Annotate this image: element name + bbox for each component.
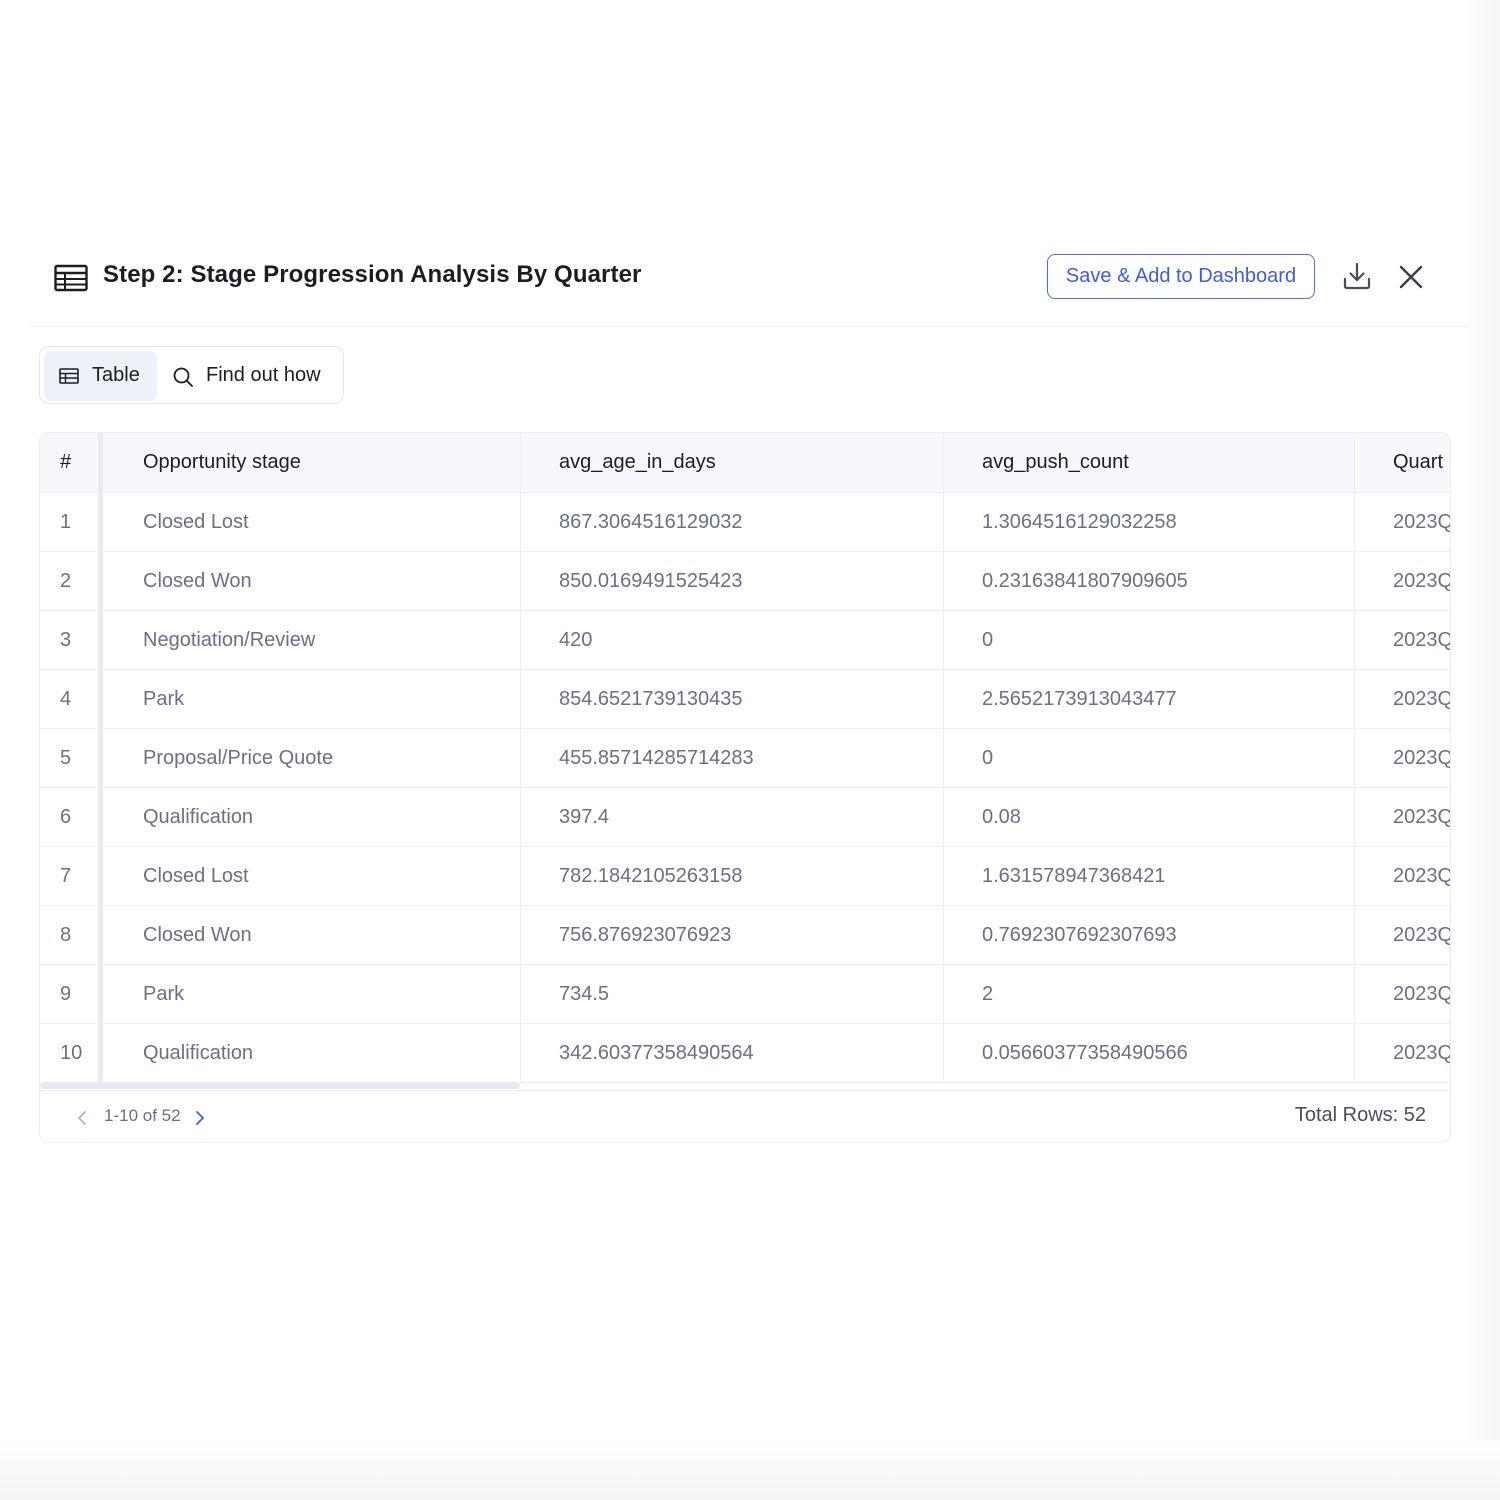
table-row: 9 Park 734.5 2 2023Q — [40, 965, 1451, 1024]
view-tabs: Table Find out how — [39, 346, 344, 404]
column-divider — [943, 433, 944, 1083]
bottom-edge-shade — [0, 1440, 1500, 1500]
row-index-cell: 10 — [60, 1041, 83, 1064]
table-grid: # Opportunity stage avg_age_in_days avg_… — [40, 433, 1451, 1083]
table-row: 4 Park 854.6521739130435 2.5652173913043… — [40, 670, 1451, 729]
avg-age-cell: 756.876923076923 — [559, 923, 732, 946]
tab-table-label: Table — [92, 364, 140, 386]
page-title: Step 2: Stage Progression Analysis By Qu… — [103, 261, 642, 288]
quarter-cell: 2023Q — [1393, 982, 1451, 1005]
avg-push-count-cell: 0.23163841807909605 — [982, 569, 1188, 592]
table-row: 5 Proposal/Price Quote 455.8571428571428… — [40, 729, 1451, 788]
table-row: 6 Qualification 397.4 0.08 2023Q — [40, 788, 1451, 847]
quarter-cell: 2023Q — [1393, 923, 1451, 946]
opportunity-stage-cell: Proposal/Price Quote — [143, 746, 334, 769]
table-icon — [59, 368, 79, 384]
avg-age-cell: 455.85714285714283 — [559, 746, 754, 769]
row-index-cell: 9 — [60, 982, 72, 1005]
table-icon — [54, 264, 88, 292]
total-rows-label: Total Rows: 52 — [1294, 1104, 1426, 1126]
row-index-cell: 1 — [60, 510, 72, 533]
panel-header: Step 2: Stage Progression Analysis By Qu… — [30, 248, 1468, 327]
avg-push-count-cell: 2 — [982, 982, 994, 1005]
column-header-avg-age-in-days[interactable]: avg_age_in_days — [520, 433, 943, 492]
page: Step 2: Stage Progression Analysis By Qu… — [0, 0, 1500, 1500]
column-divider — [1354, 433, 1355, 1083]
avg-age-cell: 850.0169491525423 — [559, 569, 743, 592]
opportunity-stage-cell: Closed Won — [143, 569, 252, 592]
quarter-cell: 2023Q — [1393, 628, 1451, 651]
table-row: 1 Closed Lost 867.3064516129032 1.306451… — [40, 493, 1451, 552]
column-header-quarter[interactable]: Quart — [1354, 433, 1450, 492]
pagination-range: 1-10 of 52 — [104, 1106, 181, 1125]
table-row: 8 Closed Won 756.876923076923 0.76923076… — [40, 906, 1451, 965]
table-row: 3 Negotiation/Review 420 0 2023Q — [40, 611, 1451, 670]
row-index-cell: 6 — [60, 805, 72, 828]
row-index-cell: 3 — [60, 628, 72, 651]
row-index-cell: 7 — [60, 864, 72, 887]
opportunity-stage-cell: Park — [143, 687, 185, 710]
opportunity-stage-cell: Qualification — [143, 805, 254, 828]
avg-push-count-cell: 0 — [982, 628, 994, 651]
opportunity-stage-cell: Negotiation/Review — [143, 628, 316, 651]
save-add-to-dashboard-button[interactable]: Save & Add to Dashboard — [1047, 254, 1315, 299]
avg-age-cell: 854.6521739130435 — [559, 687, 743, 710]
chevron-left-icon[interactable] — [76, 1109, 88, 1127]
column-header-index[interactable]: # — [40, 433, 100, 492]
avg-push-count-cell: 0.08 — [982, 805, 1021, 828]
avg-push-count-cell: 2.5652173913043477 — [982, 687, 1177, 710]
table-row: 7 Closed Lost 782.1842105263158 1.631578… — [40, 847, 1451, 906]
avg-age-cell: 420 — [559, 628, 593, 651]
avg-push-count-cell: 1.3064516129032258 — [982, 510, 1177, 533]
avg-age-cell: 342.60377358490564 — [559, 1041, 754, 1064]
avg-push-count-cell: 0.7692307692307693 — [982, 923, 1177, 946]
quarter-cell: 2023Q — [1393, 746, 1451, 769]
table-footer: 1-10 of 52 Total Rows: 52 — [40, 1090, 1450, 1142]
quarter-cell: 2023Q — [1393, 687, 1451, 710]
avg-age-cell: 734.5 — [559, 982, 610, 1005]
search-icon — [173, 367, 193, 387]
opportunity-stage-cell: Closed Won — [143, 923, 252, 946]
avg-age-cell: 397.4 — [559, 805, 610, 828]
row-index-cell: 8 — [60, 923, 72, 946]
opportunity-stage-cell: Qualification — [143, 1041, 254, 1064]
avg-push-count-cell: 0 — [982, 746, 994, 769]
table-row: 2 Closed Won 850.0169491525423 0.2316384… — [40, 552, 1451, 611]
quarter-cell: 2023Q — [1393, 805, 1451, 828]
tab-find-out-how[interactable]: Find out how — [162, 351, 340, 401]
avg-push-count-cell: 0.05660377358490566 — [982, 1041, 1188, 1064]
row-index-cell: 4 — [60, 687, 72, 710]
column-divider — [520, 433, 521, 1083]
opportunity-stage-cell: Park — [143, 982, 185, 1005]
tab-table[interactable]: Table — [44, 351, 157, 401]
opportunity-stage-cell: Closed Lost — [143, 510, 249, 533]
opportunity-stage-cell: Closed Lost — [143, 864, 249, 887]
avg-age-cell: 782.1842105263158 — [559, 864, 743, 887]
avg-push-count-cell: 1.631578947368421 — [982, 864, 1166, 887]
horizontal-scrollbar[interactable] — [40, 1083, 520, 1089]
quarter-cell: 2023Q — [1393, 864, 1451, 887]
sticky-column-divider — [98, 433, 103, 1083]
column-header-avg-push-count[interactable]: avg_push_count — [943, 433, 1354, 492]
quarter-cell: 2023Q — [1393, 1041, 1451, 1064]
download-icon[interactable] — [1342, 261, 1372, 291]
table-row: 10 Qualification 342.60377358490564 0.05… — [40, 1024, 1451, 1083]
avg-age-cell: 867.3064516129032 — [559, 510, 743, 533]
column-header-opportunity-stage[interactable]: Opportunity stage — [102, 433, 520, 492]
close-icon[interactable] — [1398, 264, 1424, 290]
tab-find-out-how-label: Find out how — [206, 364, 321, 386]
row-index-cell: 2 — [60, 569, 72, 592]
results-table: # Opportunity stage avg_age_in_days avg_… — [39, 432, 1451, 1143]
table-header-row: # Opportunity stage avg_age_in_days avg_… — [40, 433, 1450, 493]
quarter-cell: 2023Q — [1393, 569, 1451, 592]
row-index-cell: 5 — [60, 746, 72, 769]
quarter-cell: 2023Q — [1393, 510, 1451, 533]
right-edge-shade — [1468, 0, 1500, 1500]
chevron-right-icon[interactable] — [194, 1109, 206, 1127]
